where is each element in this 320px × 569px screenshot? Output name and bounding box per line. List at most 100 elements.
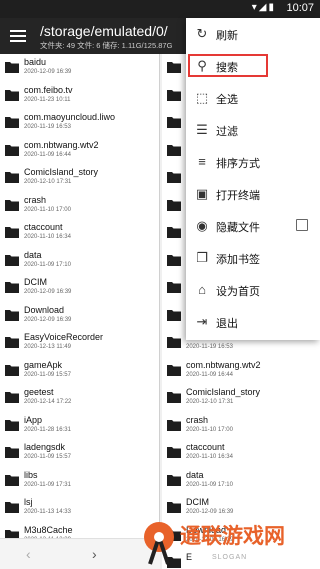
folder-icon [166,170,182,184]
file-row[interactable]: ladengsdk 2020-11-09 15:57 [0,439,159,467]
menu-icon[interactable] [10,27,26,43]
file-name: com.feibo.tv [24,84,73,95]
menu-item-select-all[interactable]: ⬚ 全选 [186,82,320,114]
filter-icon: ☰ [196,122,208,137]
menu-item-label: 退出 [216,318,238,330]
overflow-menu: ↻ 刷新 ⚲ 搜索 ⬚ 全选 ☰ 过滤 ≡ 排序方式 ▣ 打开终端 ◉ 隐藏文件 ❐ 添加书签 ⌂ 设为首页 ⇥ 退出 [186,18,320,340]
folder-icon [4,528,20,538]
file-row[interactable]: Download 2020-12-09 16:39 [0,302,159,330]
left-file-panel[interactable]: baidu 2020-12-09 16:39 com.feibo.tv 2020-11… [0,54,160,538]
file-name: data [24,249,42,260]
file-date: 2020-12-14 17:22 [24,399,72,405]
folder-icon [4,308,20,322]
menu-item-label: 全选 [216,94,238,106]
file-name: geetest [24,387,54,397]
menu-item-sort[interactable]: ≡ 排序方式 [186,146,320,178]
file-date: 2020-11-09 17:10 [186,481,233,488]
sort-icon: ≡ [198,154,206,169]
file-row[interactable]: geetest 2020-12-14 17:22 [0,384,159,412]
folder-icon [166,225,182,239]
file-date: 2020-11-10 17:00 [24,206,71,213]
file-row[interactable]: EasyVoiceRecorder 2020-12-13 11:49 [0,329,159,357]
file-row[interactable]: com.maoyuncloud.liwo 2020-11-19 16:53 [0,109,159,137]
file-name: ctaccount [24,222,63,232]
file-date: 2020-11-10 17:00 [186,426,233,433]
file-row[interactable]: com.feibo.tv 2020-11-23 10:11 [0,82,159,110]
folder-icon [4,473,20,487]
file-name: com.nbtwang.wtv2 [24,139,99,150]
folder-icon [166,445,182,459]
menu-item-eye[interactable]: ◉ 隐藏文件 [186,210,320,242]
file-name: lsj [24,497,33,507]
file-row[interactable]: ComicIsland_story 2020-12-10 17:31 [0,164,159,192]
watermark: 通联游戏网 SLOGAN [132,516,320,569]
file-date: 2020-11-28 16:31 [24,426,71,433]
folder-icon [166,88,182,102]
file-row[interactable]: crash 2020-11-10 17:00 [162,412,320,440]
file-row[interactable]: baidu 2020-12-09 16:39 [0,54,159,82]
file-row[interactable]: DCIM 2020-12-09 16:39 [0,274,159,302]
menu-item-label: 过滤 [216,126,238,138]
file-row[interactable]: iApp 2020-11-28 16:31 [0,412,159,440]
menu-item-label: 打开终端 [216,190,260,202]
file-name: crash [186,414,209,425]
file-row[interactable]: ctaccount 2020-11-10 16:34 [0,219,159,247]
file-name: iApp [24,414,43,425]
file-date: 2020-11-09 17:10 [24,261,71,268]
file-row[interactable]: data 2020-11-09 17:10 [162,467,320,495]
menu-item-label: 设为首页 [216,286,260,298]
folder-icon [4,60,20,74]
file-date: 2020-11-09 16:44 [186,371,233,378]
menu-item-label: 排序方式 [216,158,260,170]
search-icon: ⚲ [197,58,207,73]
file-date: 2020-11-09 16:44 [24,151,71,158]
folder-icon [4,390,20,404]
file-name: crash [24,194,47,205]
folder-icon [166,335,182,349]
file-name: ctaccount [186,442,225,452]
file-row[interactable]: gameApk 2020-11-09 15:57 [0,357,159,385]
folder-icon [166,143,182,157]
folder-icon [4,170,20,184]
file-date: 2020-12-09 16:39 [24,316,72,323]
file-row[interactable]: com.nbtwang.wtv2 2020-11-09 16:44 [0,137,159,165]
folder-icon [4,253,20,267]
folder-icon [4,280,20,294]
file-name: libs [24,469,38,480]
file-row[interactable]: ComicIsland_story 2020-12-10 17:31 [162,384,320,412]
menu-item-label: 添加书签 [216,254,260,266]
file-date: 2020-11-09 17:31 [24,481,71,488]
file-row[interactable]: crash 2020-11-10 17:00 [0,192,159,220]
menu-item-refresh[interactable]: ↻ 刷新 [186,18,320,50]
folder-icon [4,88,20,102]
storage-stats: 文件夹: 49 文件: 6 储存: 1.11G/125.87G [40,41,173,50]
file-row[interactable]: libs 2020-11-09 17:31 [0,467,159,495]
file-name: gameApk [24,359,63,370]
file-name: data [186,469,204,480]
folder-icon [166,473,182,487]
menu-item-home[interactable]: ⌂ 设为首页 [186,274,320,306]
prev-page-button[interactable]: ‹ [26,546,31,562]
file-row[interactable]: ctaccount 2020-11-10 16:34 [162,439,320,467]
folder-icon [166,390,182,404]
status-icons: ▾◢▮ [251,2,276,13]
menu-item-terminal[interactable]: ▣ 打开终端 [186,178,320,210]
menu-item-search[interactable]: ⚲ 搜索 [186,50,320,82]
menu-item-label: 隐藏文件 [216,222,260,234]
menu-item-label: 搜索 [216,62,238,74]
file-row[interactable]: com.nbtwang.wtv2 2020-11-09 16:44 [162,357,320,385]
menu-item-filter[interactable]: ☰ 过滤 [186,114,320,146]
menu-item-exit[interactable]: ⇥ 退出 [186,306,320,338]
menu-item-bookmark[interactable]: ❐ 添加书签 [186,242,320,274]
file-name: baidu [24,57,47,67]
file-row[interactable]: data 2020-11-09 17:10 [0,247,159,275]
folder-icon [166,418,182,432]
hidden-files-checkbox[interactable] [296,219,308,231]
file-date: 2020-12-09 16:39 [24,69,72,75]
current-path: /storage/emulated/0/ [40,23,168,39]
file-name: M3u8Cache [24,524,73,535]
file-date: 2020-11-23 10:11 [24,96,71,103]
file-date: 2020-11-19 16:53 [186,344,233,350]
file-date: 2020-11-13 14:33 [24,509,71,515]
next-page-button[interactable]: › [92,546,97,562]
